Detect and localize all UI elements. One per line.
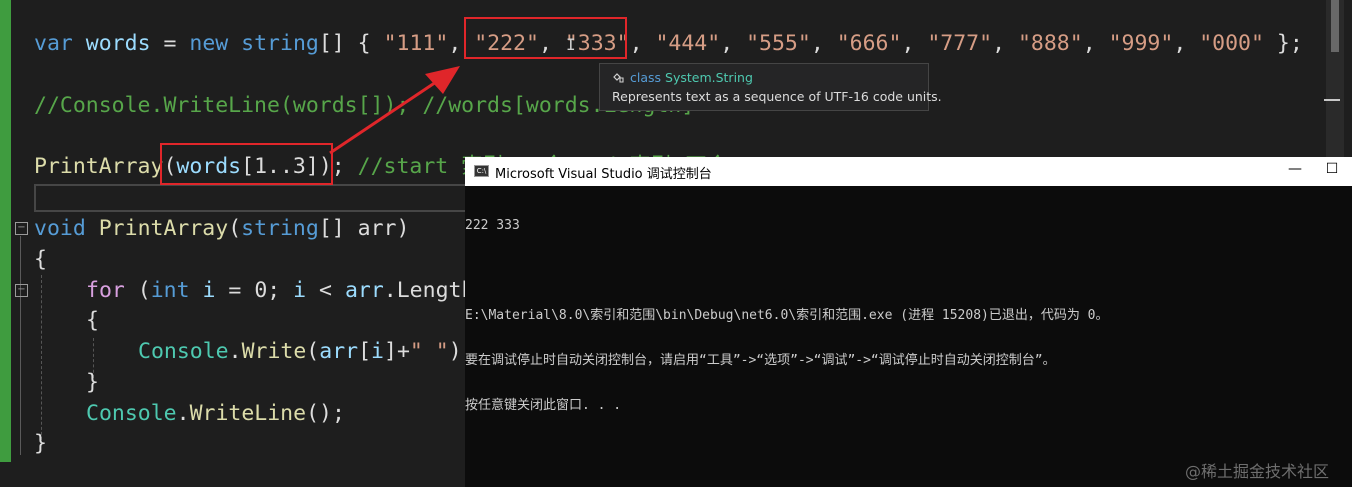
tooltip-signature: class System.String (612, 70, 753, 85)
class-symbol-icon (613, 73, 624, 83)
debug-console-window[interactable]: C:\ Microsoft Visual Studio 调试控制台 — ☐ 22… (465, 157, 1352, 487)
ibeam-cursor-icon: I (566, 35, 576, 54)
quickinfo-tooltip: class System.String Represents text as a… (599, 63, 942, 111)
tooltip-kind: class (630, 70, 662, 85)
console-output-line: 要在调试停止时自动关闭控制台，请启用“工具”->“选项”->“调试”->“调试停… (465, 353, 1056, 368)
watermark: @稀土掘金技术社区 (1185, 462, 1330, 481)
tooltip-type-name: System.String (665, 70, 753, 85)
minimize-button[interactable]: — (1285, 161, 1305, 177)
console-title: Microsoft Visual Studio 调试控制台 (495, 167, 712, 182)
console-output: 222 333 E:\Material\8.0\索引和范围\bin\Debug\… (465, 188, 1352, 443)
console-app-icon: C:\ (474, 165, 489, 177)
console-title-bar[interactable]: C:\ Microsoft Visual Studio 调试控制台 — ☐ (465, 157, 1352, 186)
annotation-arrow-line (329, 72, 449, 155)
console-output-line: 按任意键关闭此窗口. . . (465, 398, 622, 413)
maximize-button[interactable]: ☐ (1322, 161, 1342, 177)
console-output-line: E:\Material\8.0\索引和范围\bin\Debug\net6.0\索… (465, 308, 1109, 323)
console-output-line: 222 333 (465, 218, 520, 233)
tooltip-description: Represents text as a sequence of UTF-16 … (612, 89, 942, 104)
annotation-arrow-head (425, 66, 460, 94)
